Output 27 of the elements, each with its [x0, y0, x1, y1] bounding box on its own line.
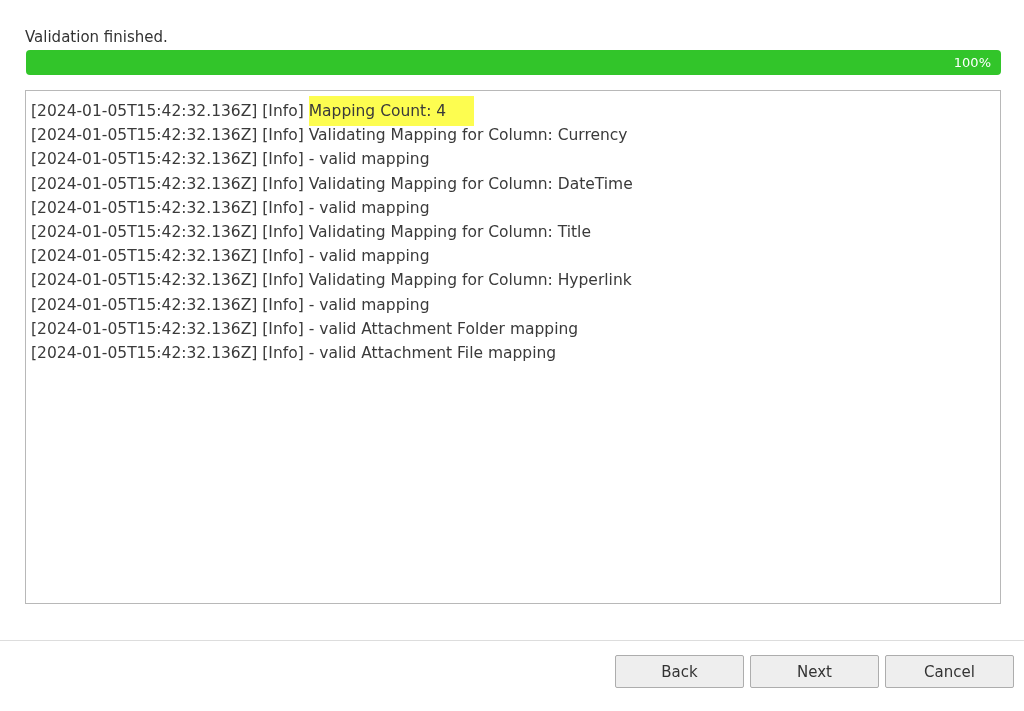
log-message: - valid Attachment File mapping	[308, 344, 557, 363]
log-prefix: [2024-01-05T15:42:32.136Z] [Info]	[31, 126, 304, 145]
log-message: - valid mapping	[308, 198, 430, 217]
next-button[interactable]: Next	[750, 655, 879, 688]
log-message: - valid mapping	[308, 247, 430, 266]
log-message: Mapping Count: 4	[308, 96, 475, 126]
log-prefix: [2024-01-05T15:42:32.136Z] [Info]	[31, 295, 304, 314]
log-prefix: [2024-01-05T15:42:32.136Z] [Info]	[31, 271, 304, 290]
cancel-button[interactable]: Cancel	[885, 655, 1014, 688]
log-prefix: [2024-01-05T15:42:32.136Z] [Info]	[31, 344, 304, 363]
log-prefix: [2024-01-05T15:42:32.136Z] [Info]	[31, 247, 304, 266]
log-message: Validating Mapping for Column: Title	[308, 223, 591, 241]
log-prefix: [2024-01-05T15:42:32.136Z] [Info]	[31, 150, 304, 169]
log-message: Validating Mapping for Column: DateTime	[308, 174, 633, 193]
log-prefix: [2024-01-05T15:42:32.136Z] [Info]	[31, 319, 304, 338]
log-message: - valid Attachment Folder mapping	[308, 319, 579, 338]
log-message: - valid mapping	[308, 150, 430, 169]
log-prefix: [2024-01-05T15:42:32.136Z] [Info]	[31, 174, 304, 193]
status-text: Validation finished.	[25, 28, 169, 48]
log-message: Validating Mapping for Column: Hyperlink	[308, 271, 632, 290]
log-message: - valid mapping	[308, 295, 430, 314]
log-prefix: [2024-01-05T15:42:32.136Z] [Info]	[31, 102, 304, 120]
log-prefix: [2024-01-05T15:42:32.136Z] [Info]	[31, 223, 304, 241]
back-button[interactable]: Back	[615, 655, 744, 688]
progress-percentage: 100%	[953, 55, 991, 70]
log-message: Validating Mapping for Column: Currency	[308, 126, 628, 145]
log-prefix: [2024-01-05T15:42:32.136Z] [Info]	[31, 198, 304, 217]
